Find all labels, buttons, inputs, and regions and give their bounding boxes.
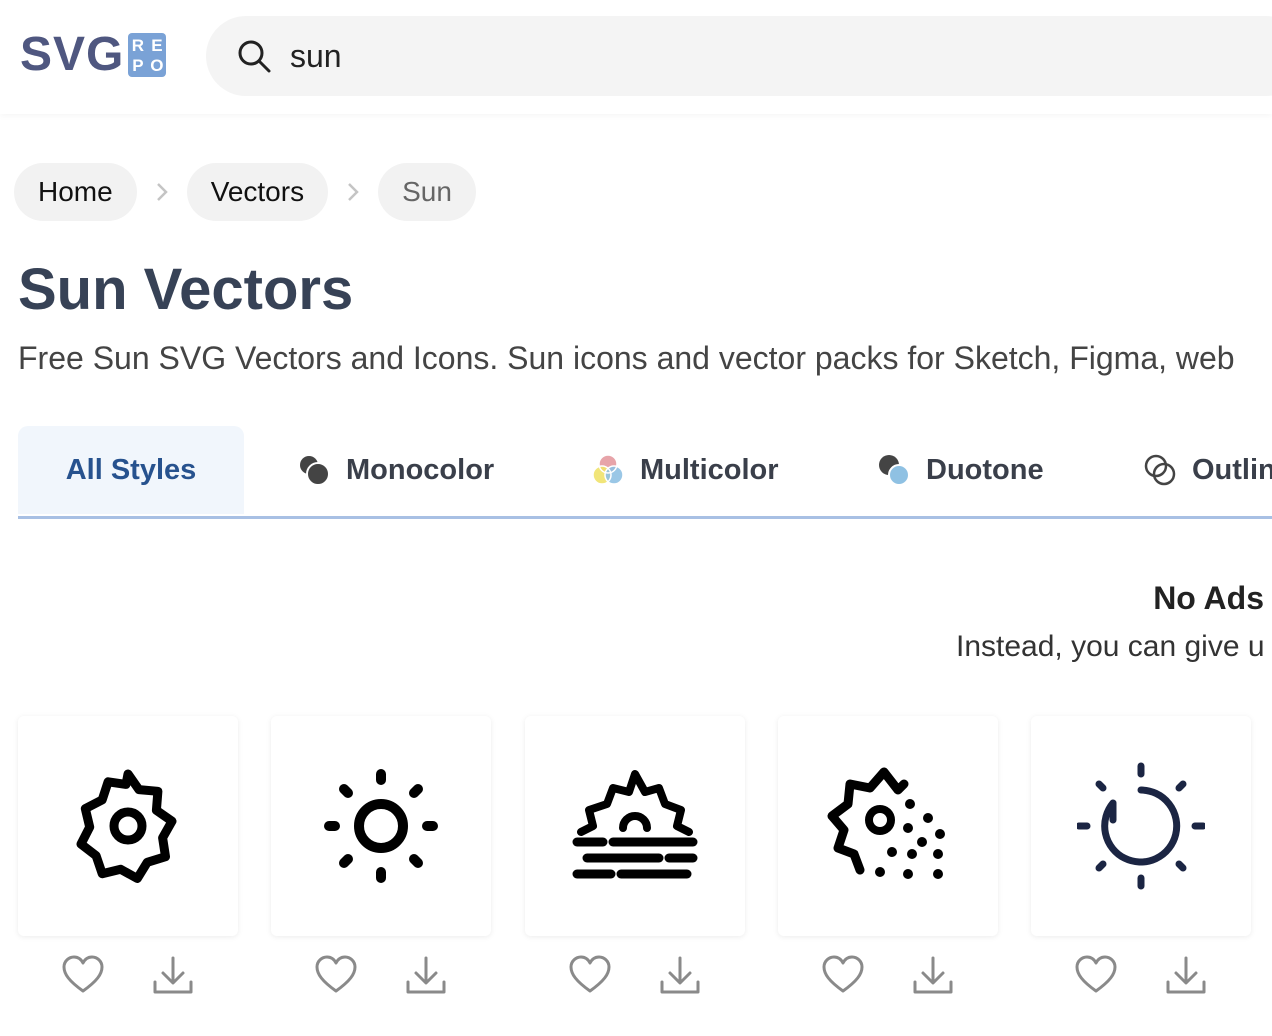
sunrise-fog-icon (572, 770, 698, 879)
favorite-heart-icon[interactable] (1074, 954, 1118, 998)
icon-card-sun-gear[interactable] (18, 716, 238, 936)
logo-badge-letter: P (132, 55, 144, 75)
download-icon[interactable] (1164, 954, 1208, 998)
icon-card-sun-dust[interactable] (778, 716, 998, 936)
search-icon[interactable] (236, 38, 272, 74)
no-ads-title: No Ads (1153, 580, 1264, 616)
tab-label: All Styles (65, 453, 197, 486)
style-tabs: All Styles Monocolor Multicolor Duotone (18, 426, 1272, 519)
favorite-heart-icon[interactable] (61, 954, 105, 998)
sun-dust-icon (827, 767, 945, 879)
chevron-right-icon (137, 163, 187, 221)
icon-card-sunrise-fog[interactable] (525, 716, 745, 936)
sun-rays-icon (324, 769, 438, 883)
sun-gear-icon (76, 769, 177, 883)
page-title: Sun Vectors (18, 257, 354, 322)
logo-badge: R E P O (128, 33, 167, 77)
tab-outline[interactable]: Outlin (1142, 426, 1272, 514)
tab-multicolor[interactable]: Multicolor (590, 426, 779, 514)
search-input[interactable] (290, 36, 1190, 76)
logo-badge-letter: R (131, 35, 145, 55)
logo-text: SVG (20, 28, 125, 81)
favorite-heart-icon[interactable] (568, 954, 612, 998)
breadcrumb-home[interactable]: Home (14, 163, 137, 221)
icon-card-sun-rays[interactable] (271, 716, 491, 936)
download-icon[interactable] (911, 954, 955, 998)
logo-badge-letter: O (150, 55, 164, 75)
tab-duotone[interactable]: Duotone (876, 426, 1044, 514)
logo-badge-letter: E (151, 35, 163, 55)
sun-outline-icon (1077, 762, 1205, 890)
duotone-icon (879, 455, 910, 486)
outline-icon (1144, 454, 1176, 486)
tab-label: Outlin (1192, 453, 1272, 486)
top-bar: SVG R E P O (0, 0, 1272, 114)
tab-label: Monocolor (346, 453, 495, 486)
favorite-heart-icon[interactable] (314, 954, 358, 998)
search-bar[interactable] (206, 16, 1272, 96)
svgrepo-logo[interactable]: SVG R E P O (20, 28, 167, 81)
no-ads-text: Instead, you can give u (956, 630, 1265, 663)
tab-all-styles[interactable]: All Styles (18, 426, 244, 514)
breadcrumb-vectors[interactable]: Vectors (186, 163, 329, 221)
download-icon[interactable] (404, 954, 448, 998)
breadcrumb-current: Sun (378, 163, 476, 221)
tab-label: Multicolor (640, 453, 779, 486)
chevron-right-icon (328, 163, 378, 221)
multicolor-icon (592, 454, 624, 485)
download-icon[interactable] (151, 954, 195, 998)
download-icon[interactable] (658, 954, 702, 998)
page-description: Free Sun SVG Vectors and Icons. Sun icon… (18, 340, 1235, 376)
favorite-heart-icon[interactable] (821, 954, 865, 998)
monocolor-icon (300, 456, 330, 486)
tab-monocolor[interactable]: Monocolor (296, 426, 494, 514)
breadcrumb: Home Vectors Sun (14, 163, 476, 221)
tab-label: Duotone (926, 453, 1044, 486)
icon-card-sun-outline[interactable] (1031, 716, 1251, 936)
